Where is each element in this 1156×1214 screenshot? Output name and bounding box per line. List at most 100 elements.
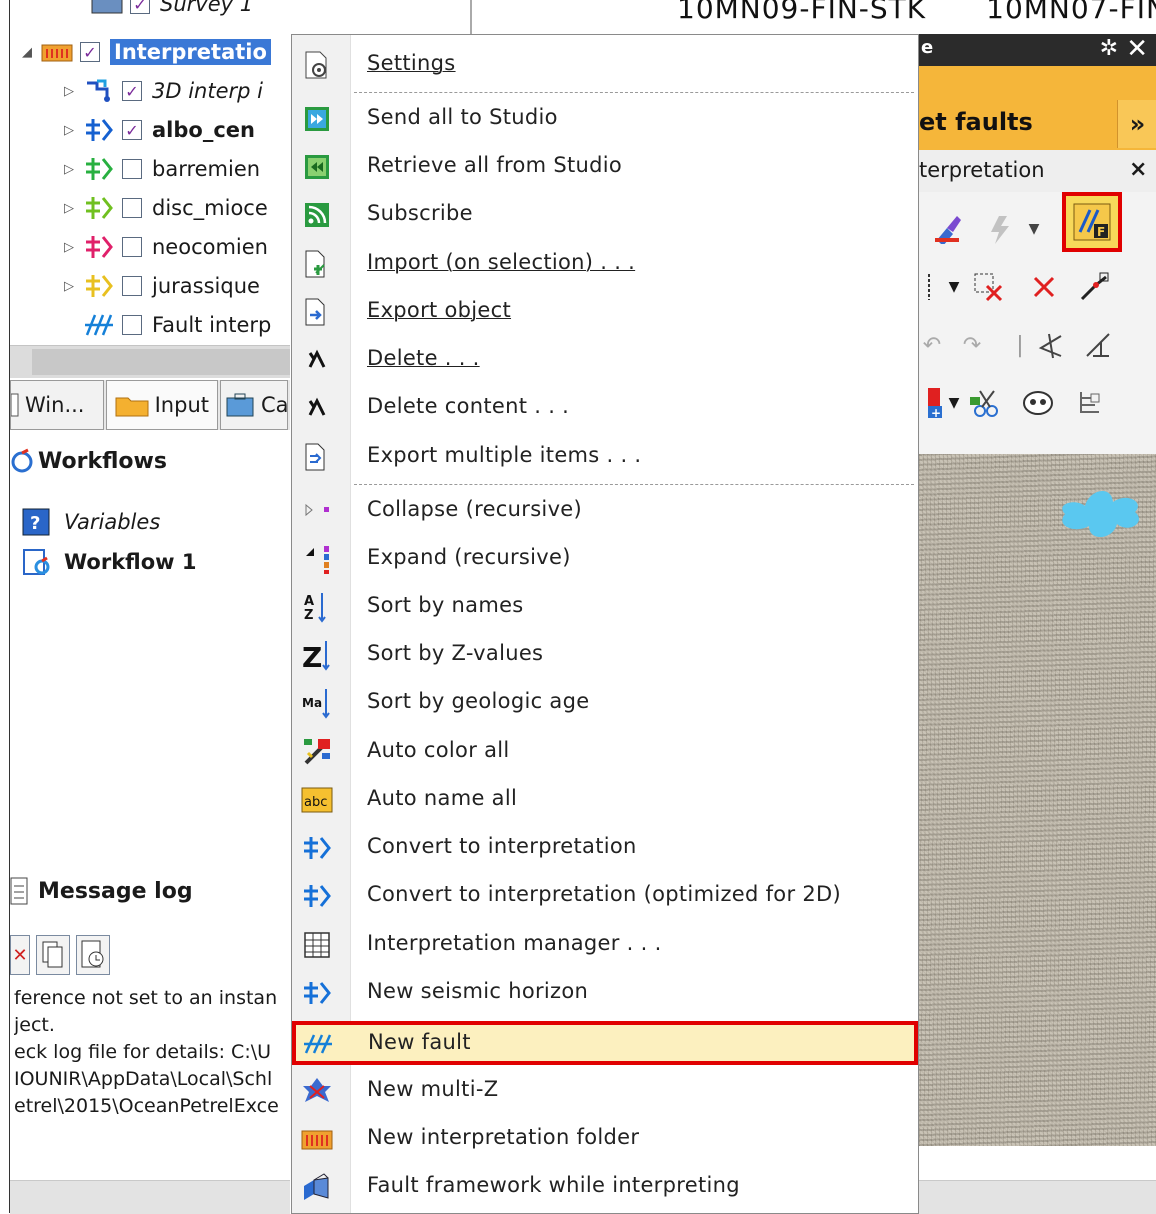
menu-item-subscribe[interactable]: Subscribe: [292, 193, 918, 237]
tree-item-disc-mioce[interactable]: ▷ disc_mioce: [62, 190, 268, 226]
chevron-right-icon[interactable]: »: [1117, 100, 1156, 148]
tree-checkbox[interactable]: [130, 0, 150, 14]
clear-icon: ✕: [12, 944, 28, 966]
menu-item-label: New multi-Z: [367, 1077, 499, 1101]
fault-marker-blob: [1062, 490, 1139, 538]
tree-horizontal-scrollbar[interactable]: [10, 345, 290, 378]
expand-arrow-icon[interactable]: ▷: [62, 123, 76, 138]
menu-item-convert-to-interpretation-2d[interactable]: Convert to interpretation (optimized for…: [292, 874, 918, 918]
menu-item-import-on-selection[interactable]: Import (on selection) . . .: [292, 242, 918, 286]
expand-arrow-icon[interactable]: ▷: [62, 279, 76, 294]
tree-structure-icon[interactable]: [1073, 386, 1107, 420]
dropdown-arrow-icon[interactable]: ▼: [937, 270, 971, 304]
menu-item-sort-by-z-values[interactable]: Z Sort by Z-values: [292, 633, 918, 677]
redo-icon[interactable]: ↷: [955, 328, 989, 362]
undo-icon[interactable]: ↶: [915, 328, 949, 362]
tree-checkbox[interactable]: [122, 315, 142, 335]
tab-input[interactable]: Input: [105, 380, 218, 430]
tree-checkbox[interactable]: [122, 237, 142, 257]
menu-item-new-fault[interactable]: New fault: [292, 1021, 918, 1065]
menu-item-label: Collapse (recursive): [367, 497, 583, 521]
tree-item-barremien[interactable]: ▷ barremien: [62, 151, 260, 187]
tree-item-interpretation[interactable]: ◢ Interpretatio: [20, 34, 271, 70]
snap-icon[interactable]: [1081, 328, 1115, 362]
delete-selection-icon[interactable]: [971, 270, 1005, 304]
copy-log-button[interactable]: [36, 935, 70, 975]
expand-arrow-icon[interactable]: ▷: [62, 201, 76, 216]
menu-item-interpretation-manager[interactable]: Interpretation manager . . .: [292, 923, 918, 967]
menu-separator: [354, 92, 914, 93]
multi-z-icon: [300, 1075, 334, 1107]
menu-item-label: Export object: [367, 298, 512, 322]
tree-checkbox[interactable]: [122, 198, 142, 218]
menu-item-new-interpretation-folder[interactable]: New interpretation folder: [292, 1117, 918, 1161]
delete-icon[interactable]: [1027, 270, 1061, 304]
tree-checkbox[interactable]: [122, 120, 142, 140]
gear-icon[interactable]: ✲: [1100, 36, 1118, 61]
menu-item-auto-color-all[interactable]: Auto color all: [292, 730, 918, 774]
autotrack-icon[interactable]: [983, 212, 1017, 246]
tree-item-fault-interp[interactable]: Fault interp: [82, 307, 271, 343]
svg-text:?: ?: [30, 513, 40, 534]
tree-checkbox[interactable]: [80, 42, 100, 62]
arrow-pick-icon[interactable]: [1033, 328, 1067, 362]
horizon-icon: [82, 233, 116, 261]
collapse-arrow-icon[interactable]: ◢: [20, 45, 34, 60]
tab-cases[interactable]: Ca: [220, 380, 289, 430]
menu-item-sort-by-geologic-age[interactable]: Ma Sort by geologic age: [292, 681, 918, 725]
close-panel-icon[interactable]: ×: [1129, 157, 1147, 182]
connect-icon[interactable]: [1077, 270, 1111, 304]
dropdown-arrow-icon[interactable]: ▼: [937, 386, 971, 420]
log-line: eck log file for details: C:\U: [14, 1041, 272, 1063]
expand-arrow-icon[interactable]: ▷: [62, 84, 76, 99]
menu-item-collapse-recursive[interactable]: Collapse (recursive): [292, 489, 918, 533]
tree-item-label: barremien: [152, 157, 261, 181]
menu-item-delete-content[interactable]: Delete content . . .: [292, 386, 918, 430]
tree-item-survey[interactable]: Survey 1: [90, 0, 253, 22]
tree-checkbox[interactable]: [122, 159, 142, 179]
fault-interpretation-button[interactable]: F: [1062, 192, 1122, 252]
close-icon[interactable]: ✕: [1126, 34, 1148, 64]
log-line: IOUNIR\AppData\Local\Schl: [14, 1068, 273, 1090]
message-log-title-row: Message log: [10, 876, 193, 906]
menu-item-fault-framework[interactable]: Fault framework while interpreting: [292, 1165, 918, 1209]
clear-log-button[interactable]: ✕: [10, 935, 30, 975]
retrieve-studio-icon: [300, 151, 334, 183]
dropdown-arrow-icon[interactable]: ▼: [1017, 212, 1051, 246]
tree-item-3d-interp[interactable]: ▷ 3D interp i: [62, 73, 263, 109]
tree-item-jurassique[interactable]: ▷ jurassique: [62, 268, 260, 304]
tree-checkbox[interactable]: [122, 276, 142, 296]
menu-item-send-all-to-studio[interactable]: Send all to Studio: [292, 97, 918, 141]
menu-item-export-multiple-items[interactable]: Export multiple items . . .: [292, 435, 918, 479]
tree-checkbox[interactable]: [122, 81, 142, 101]
expand-arrow-icon[interactable]: ▷: [62, 240, 76, 255]
menu-item-convert-to-interpretation[interactable]: Convert to interpretation: [292, 826, 918, 870]
paintbrush-icon[interactable]: [931, 212, 965, 246]
tab-windows[interactable]: Win...: [10, 380, 104, 430]
menu-item-delete[interactable]: Delete . . .: [292, 338, 918, 382]
menu-item-auto-name-all[interactable]: abc Auto name all: [292, 778, 918, 822]
table-icon: [300, 929, 334, 961]
interpretation-tool-window: e ✲ ✕ et faults » terpretation × ▼ F ▼ ↶…: [915, 34, 1156, 1180]
workflow-item-variables[interactable]: ? Variables: [22, 508, 160, 536]
expand-arrow-icon[interactable]: ▷: [62, 162, 76, 177]
menu-item-new-seismic-horizon[interactable]: New seismic horizon: [292, 971, 918, 1015]
tree-item-neocomien[interactable]: ▷ neocomien: [62, 229, 268, 265]
menu-item-expand-recursive[interactable]: Expand (recursive): [292, 537, 918, 581]
tab-set-faults[interactable]: et faults: [919, 108, 1033, 136]
menu-item-export-object[interactable]: Export object: [292, 290, 918, 334]
log-file-button[interactable]: [76, 935, 110, 975]
scrollbar-thumb[interactable]: [32, 349, 290, 375]
workflow-item-workflow-1[interactable]: Workflow 1: [22, 548, 196, 576]
menu-item-new-multi-z[interactable]: New multi-Z: [292, 1069, 918, 1113]
menu-item-sort-by-names[interactable]: AZ Sort by names: [292, 585, 918, 629]
tree-item-albo-cen[interactable]: ▷ albo_cen: [62, 112, 255, 148]
menu-item-retrieve-all-from-studio[interactable]: Retrieve all from Studio: [292, 145, 918, 189]
seismic-line-name: 10MN07-FIN: [986, 0, 1156, 25]
seismic-view[interactable]: [915, 454, 1156, 1146]
menu-item-label: Delete . . .: [367, 346, 480, 370]
auto-name-icon: abc: [300, 784, 334, 816]
eye-icon[interactable]: [1021, 386, 1055, 420]
menu-item-settings[interactable]: Settings: [292, 43, 918, 87]
scissors-icon[interactable]: [969, 386, 1003, 420]
